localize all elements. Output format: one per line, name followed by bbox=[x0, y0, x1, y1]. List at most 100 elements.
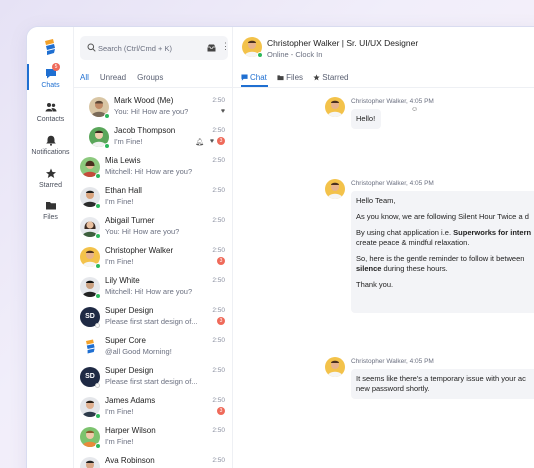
message-bubble: It seems like there's a temporary issue … bbox=[351, 369, 534, 399]
group-indicator bbox=[95, 323, 100, 328]
rail-chats[interactable]: 5 Chats bbox=[27, 63, 74, 90]
chat-item-time: 2:50 bbox=[212, 277, 225, 284]
online-indicator bbox=[95, 203, 101, 209]
chat-item[interactable]: Jacob Thompson I'm Fine! 2:50 🔔︎ ♥ 3 bbox=[74, 123, 232, 153]
message-text: By using chat application i.e. bbox=[356, 228, 454, 237]
chat-item-time: 2:50 bbox=[212, 127, 225, 134]
rail-notifications[interactable]: Notifications bbox=[27, 135, 74, 156]
chat-item-name: Mia Lewis bbox=[105, 156, 141, 165]
chat-item-name: James Adams bbox=[105, 396, 156, 405]
unread-badge: 3 bbox=[217, 137, 225, 145]
message-avatar bbox=[325, 179, 345, 199]
chat-item-name: Lily White bbox=[105, 276, 140, 285]
tab-chat[interactable]: Chat bbox=[241, 73, 267, 82]
chat-item-preview: I'm Fine! bbox=[105, 407, 134, 416]
tab-starred-label: Starred bbox=[322, 73, 349, 82]
filter-groups[interactable]: Groups bbox=[137, 73, 163, 82]
chat-item-preview: @all Good Morning! bbox=[105, 347, 172, 356]
divider bbox=[74, 87, 232, 88]
chat-item-preview: I'm Fine! bbox=[114, 137, 143, 146]
heart-icon: ♥ bbox=[209, 138, 214, 145]
presence-status: Online - Clock In bbox=[267, 50, 323, 59]
tab-chat-label: Chat bbox=[250, 73, 267, 82]
message-text: during these hours. bbox=[381, 264, 448, 273]
chat-item[interactable]: SD Super Design Please first start desig… bbox=[74, 303, 232, 333]
message-avatar bbox=[325, 357, 345, 377]
folder-icon bbox=[277, 75, 284, 81]
online-indicator bbox=[95, 443, 101, 449]
chat-item[interactable]: Christopher Walker I'm Fine! 2:50 3 bbox=[74, 243, 232, 273]
filter-all[interactable]: All bbox=[80, 73, 89, 82]
tab-files[interactable]: Files bbox=[277, 73, 303, 82]
group-indicator bbox=[95, 383, 100, 388]
chat-item-preview: Please first start design of... bbox=[105, 377, 198, 386]
chat-item-name: Abigail Turner bbox=[105, 216, 155, 225]
tab-files-label: Files bbox=[286, 73, 304, 82]
message-meta: Christopher Walker, 4:05 PM bbox=[351, 358, 434, 365]
bell-icon bbox=[45, 135, 56, 146]
chat-item-time: 2:50 bbox=[212, 337, 225, 344]
chat-item-time: 2:50 bbox=[212, 217, 225, 224]
message-text: So, here is the gentle reminder to follo… bbox=[356, 254, 525, 263]
chat-item[interactable]: Harper Wilson I'm Fine! 2:50 bbox=[74, 423, 232, 453]
chat-item[interactable]: Lily White Mitchell: Hi! How are you? 2:… bbox=[74, 273, 232, 303]
message-meta: Christopher Walker, 4:05 PM bbox=[351, 98, 434, 105]
rail-contacts-label: Contacts bbox=[36, 116, 65, 123]
online-indicator bbox=[104, 113, 110, 119]
chat-item-preview: Mitchell: Hi! How are you? bbox=[105, 287, 193, 296]
chat-item[interactable]: Super Core @all Good Morning! 2:50 bbox=[74, 333, 232, 363]
online-indicator bbox=[104, 143, 110, 149]
chat-item[interactable]: Ava Robinson 2:50 bbox=[74, 453, 232, 468]
chat-item-name: Ethan Hall bbox=[105, 186, 142, 195]
chat-item-preview: Please first start design of... bbox=[105, 317, 198, 326]
star-icon bbox=[45, 168, 56, 178]
chat-item-preview: You: Hi! How are you? bbox=[114, 107, 189, 116]
chat-item[interactable]: Mark Wood (Me) You: Hi! How are you? 2:5… bbox=[74, 93, 232, 123]
online-indicator bbox=[95, 233, 101, 239]
online-indicator bbox=[95, 293, 101, 299]
rail-starred-label: Starred bbox=[39, 182, 62, 189]
chat-item-preview: I'm Fine! bbox=[105, 197, 134, 206]
rail-files[interactable]: Files bbox=[27, 200, 74, 221]
heart-icon: ♥ bbox=[220, 108, 225, 115]
rail-starred[interactable]: Starred bbox=[27, 168, 74, 189]
message-text: new password shortly. bbox=[356, 384, 430, 393]
chat-item[interactable]: SD Super Design Please first start desig… bbox=[74, 363, 232, 393]
chat-item[interactable]: Ethan Hall I'm Fine! 2:50 bbox=[74, 183, 232, 213]
nav-rail: 5 Chats Contacts Notifications Starred F… bbox=[27, 27, 74, 468]
app-logo bbox=[45, 39, 55, 55]
conversation-tabs: Chat Files Starred bbox=[241, 73, 357, 82]
divider bbox=[233, 87, 534, 88]
chat-item-name: Super Core bbox=[105, 336, 146, 345]
message-avatar bbox=[325, 97, 345, 117]
chat-item-time: 2:50 bbox=[212, 367, 225, 374]
chat-item-name: Mark Wood (Me) bbox=[114, 96, 174, 105]
more-options-icon[interactable]: ⋮ bbox=[221, 42, 230, 51]
message-text: Thank you. bbox=[356, 280, 394, 289]
chat-item-preview: I'm Fine! bbox=[105, 257, 134, 266]
message-text: Hello! bbox=[356, 114, 376, 123]
star-icon bbox=[313, 74, 320, 81]
inbox-icon[interactable] bbox=[207, 44, 216, 52]
message-text: create peace & mindful relaxation. bbox=[356, 238, 470, 247]
chat-filters: All Unread Groups bbox=[80, 73, 174, 82]
chat-item[interactable]: Mia Lewis Mitchell: Hi! How are you? 2:5… bbox=[74, 153, 232, 183]
chat-item-name: Ava Robinson bbox=[105, 456, 155, 465]
unread-badge: 3 bbox=[217, 407, 225, 415]
online-indicator bbox=[95, 173, 101, 179]
reaction-icon[interactable]: ☺ bbox=[411, 106, 418, 113]
group-avatar bbox=[80, 337, 100, 357]
folder-icon bbox=[45, 202, 56, 210]
chat-item[interactable]: James Adams I'm Fine! 2:50 3 bbox=[74, 393, 232, 423]
search-input[interactable] bbox=[98, 40, 194, 56]
chat-item-time: 2:50 bbox=[212, 97, 225, 104]
search-icon bbox=[87, 43, 96, 52]
rail-contacts[interactable]: Contacts bbox=[27, 102, 74, 123]
chat-item[interactable]: Abigail Turner You: Hi! How are you? 2:5… bbox=[74, 213, 232, 243]
search-box[interactable]: ⋮ bbox=[80, 36, 230, 60]
conversation-panel: Christopher Walker | Sr. UI/UX Designer … bbox=[233, 27, 534, 468]
chat-item-time: 2:50 bbox=[212, 247, 225, 254]
filter-unread[interactable]: Unread bbox=[100, 73, 126, 82]
chat-item-time: 2:50 bbox=[212, 307, 225, 314]
tab-starred[interactable]: Starred bbox=[313, 73, 349, 82]
